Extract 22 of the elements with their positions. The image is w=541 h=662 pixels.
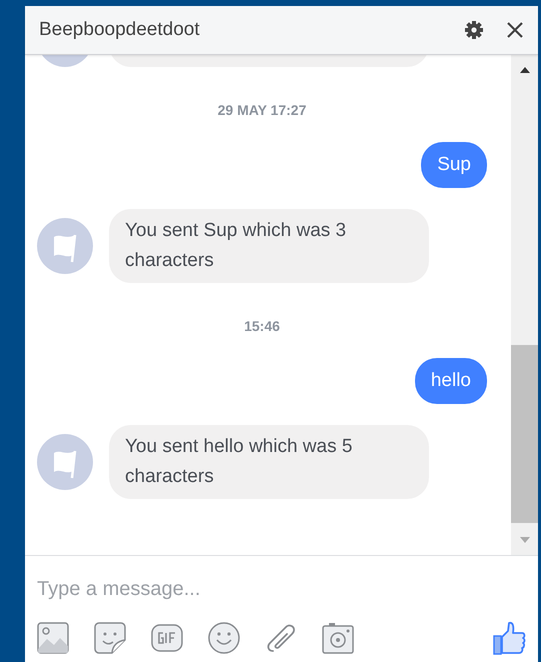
sticker-icon[interactable]: [94, 622, 126, 654]
message-bubble: hello: [414, 358, 487, 404]
avatar-flag-icon: [37, 434, 93, 490]
paperclip-icon[interactable]: [265, 622, 297, 654]
image-icon[interactable]: [37, 622, 69, 654]
timestamp: 29 MAY 17:27: [216, 102, 308, 118]
thumbs-up-icon[interactable]: [492, 621, 526, 655]
message-bubble: You sent hello which was 5 characters: [109, 425, 429, 499]
window-title: Beepboopdeetdoot: [39, 19, 201, 41]
avatar-flag-icon: [37, 218, 93, 274]
close-icon[interactable]: [506, 21, 524, 39]
message-bubble: You sent Sup which was 3 characters: [109, 209, 429, 283]
scroll-up-icon[interactable]: [520, 67, 530, 73]
gif-icon[interactable]: [151, 622, 183, 654]
emoji-icon[interactable]: [208, 622, 240, 654]
scroll-down-icon[interactable]: [520, 537, 530, 543]
timestamp: 15:46: [243, 318, 281, 334]
camera-icon[interactable]: [322, 622, 354, 654]
settings-icon[interactable]: [464, 20, 484, 40]
scrollbar[interactable]: [511, 55, 538, 555]
message-bubble: Sup: [421, 142, 487, 188]
scroll-thumb[interactable]: [511, 345, 538, 523]
